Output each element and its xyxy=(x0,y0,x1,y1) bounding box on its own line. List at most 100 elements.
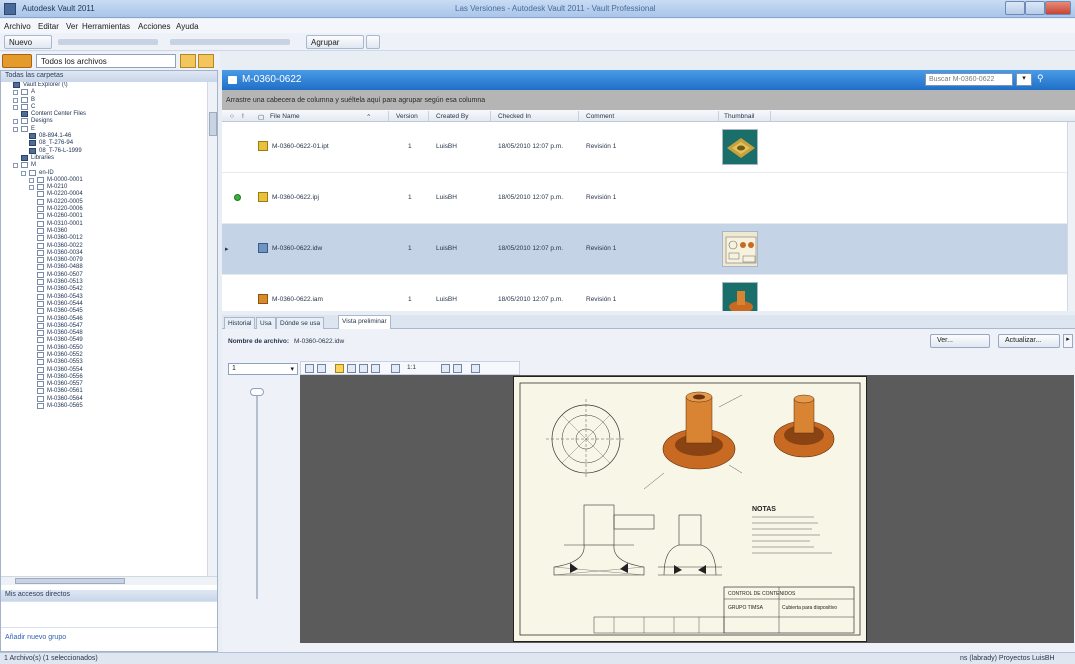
column-divider[interactable] xyxy=(428,111,429,121)
search-icon[interactable]: ⚲ xyxy=(1037,73,1047,86)
next-page-icon[interactable] xyxy=(453,364,462,373)
menu-ayuda[interactable]: Ayuda xyxy=(176,22,199,31)
tree-item[interactable]: C xyxy=(1,103,207,111)
tree-item[interactable]: M-0360-0545 xyxy=(1,308,207,315)
column-divider[interactable] xyxy=(718,111,719,121)
tree-item[interactable]: M-0360-0488 xyxy=(1,264,207,271)
tree-item[interactable]: 08_T-276-94 xyxy=(1,140,207,147)
expand-toggle-icon[interactable] xyxy=(13,97,18,103)
col-version[interactable]: Version xyxy=(396,113,418,120)
table-row[interactable]: M-0360-0622-01.ipt 1 LuisBH 18/05/2010 1… xyxy=(222,122,1075,173)
folder-options-icon[interactable] xyxy=(198,54,214,68)
tree-item[interactable]: M-0210 xyxy=(1,184,207,191)
expand-toggle-icon[interactable] xyxy=(29,177,34,183)
tree-item[interactable]: M-0360-0513 xyxy=(1,279,207,286)
tree-item[interactable]: M-0360-0543 xyxy=(1,293,207,301)
tree-item[interactable]: Libraries xyxy=(1,154,207,162)
fit-icon[interactable] xyxy=(391,364,400,373)
tree-item[interactable]: Designs xyxy=(1,118,207,125)
pan-icon[interactable] xyxy=(317,364,326,373)
print-icon[interactable] xyxy=(305,364,314,373)
tree-item[interactable]: M-0360-0552 xyxy=(1,351,207,359)
home-icon[interactable] xyxy=(2,54,32,68)
tree-item[interactable]: M-0360-0542 xyxy=(1,286,207,293)
toolbar-options-button[interactable] xyxy=(366,35,380,49)
tree-hscroll-thumb[interactable] xyxy=(15,578,125,584)
tab-vista-preliminar[interactable]: Vista preliminar xyxy=(338,315,391,329)
tree-item[interactable]: M-0360-0022 xyxy=(1,242,207,250)
tree-scroll-thumb[interactable] xyxy=(209,112,217,136)
zoom-level-value[interactable]: 1:1 xyxy=(407,364,416,371)
expand-toggle-icon[interactable] xyxy=(21,170,26,176)
expand-toggle-icon[interactable] xyxy=(13,119,18,125)
tab-donde-se-usa[interactable]: Dónde se usa xyxy=(276,317,325,329)
tree-item[interactable]: en-ID xyxy=(1,169,207,177)
expand-toggle-icon[interactable] xyxy=(29,185,34,191)
col-file-name[interactable]: File Name xyxy=(270,113,300,120)
folder-filter-select[interactable]: Todos los archivos xyxy=(36,54,176,68)
tree-item[interactable]: Vault Explorer (\) xyxy=(1,82,207,89)
add-group-link[interactable]: Añadir nuevo grupo xyxy=(1,627,217,651)
zoom-out-icon[interactable] xyxy=(359,364,368,373)
col-checked-in[interactable]: Checked In xyxy=(498,113,531,120)
grid-vertical-scrollbar[interactable] xyxy=(1067,122,1075,311)
zoom-window-icon[interactable] xyxy=(371,364,380,373)
tree-item[interactable]: M-0220-0004 xyxy=(1,191,207,198)
zoom-in-icon[interactable] xyxy=(347,364,356,373)
tree-item[interactable]: M-0360-0556 xyxy=(1,373,207,381)
tree-vertical-scrollbar[interactable] xyxy=(207,82,217,576)
expand-toggle-icon[interactable] xyxy=(13,163,18,169)
group-by-area[interactable]: Arrastre una cabecera de columna y suélt… xyxy=(222,90,1075,110)
tab-historial[interactable]: Historial xyxy=(224,317,256,329)
zoom-slider-handle[interactable] xyxy=(250,388,264,396)
tree-item[interactable]: M-0360-0544 xyxy=(1,300,207,308)
column-divider[interactable] xyxy=(578,111,579,121)
tree-item[interactable]: M-0360-0549 xyxy=(1,337,207,344)
tree-item[interactable]: M-0360-0079 xyxy=(1,257,207,264)
tree-item[interactable]: M-0360-0561 xyxy=(1,388,207,395)
tree-item[interactable]: M-0220-0005 xyxy=(1,198,207,206)
group-button[interactable]: Agrupar xyxy=(306,35,364,49)
tree-item[interactable]: M-0000-0001 xyxy=(1,176,207,184)
tree-item[interactable]: M xyxy=(1,162,207,169)
col-created-by[interactable]: Created By xyxy=(436,113,469,120)
new-folder-icon[interactable] xyxy=(180,54,196,68)
menu-archivo[interactable]: Archivo xyxy=(4,22,31,31)
properties-icon[interactable] xyxy=(471,364,480,373)
tree-item[interactable]: M-0360-0546 xyxy=(1,315,207,323)
table-row-selected[interactable]: ▸ M-0360-0622.idw 1 LuisBH 18/05/2010 12… xyxy=(222,224,1075,275)
col-thumbnail[interactable]: Thumbnail xyxy=(724,113,754,120)
tree-item[interactable]: M-0260-0001 xyxy=(1,213,207,220)
tree-item[interactable]: A xyxy=(1,89,207,96)
status-col-icon[interactable]: ○ xyxy=(230,113,234,120)
tree-item[interactable]: M-0360-0557 xyxy=(1,381,207,388)
tree-item[interactable]: M-0310-0001 xyxy=(1,220,207,228)
tree-item[interactable]: M-0220-0006 xyxy=(1,206,207,213)
tree-item[interactable]: 08-894.1-46 xyxy=(1,133,207,140)
previous-page-icon[interactable] xyxy=(441,364,450,373)
zoom-slider-track[interactable] xyxy=(256,389,258,599)
table-row[interactable]: M-0360-0622.iam 1 LuisBH 18/05/2010 12:0… xyxy=(222,275,1075,311)
tree-horizontal-scrollbar[interactable] xyxy=(1,576,217,585)
sheet-select[interactable]: 1 ▾ xyxy=(228,363,298,375)
tree-item[interactable]: M-0360 xyxy=(1,227,207,235)
search-input[interactable]: Buscar M-0360-0622 xyxy=(925,73,1013,86)
menu-acciones[interactable]: Acciones xyxy=(138,22,170,31)
tree-item[interactable]: M-0360-0507 xyxy=(1,271,207,279)
tree-item[interactable]: M-0360-0564 xyxy=(1,395,207,403)
file-col-icon[interactable]: ▢ xyxy=(258,113,264,121)
close-button[interactable] xyxy=(1045,1,1071,15)
expand-toggle-icon[interactable] xyxy=(13,126,18,132)
tree-item[interactable]: M-0360-0554 xyxy=(1,366,207,374)
menu-herramientas[interactable]: Herramientas xyxy=(82,22,130,31)
tree-item[interactable]: M-0360-0548 xyxy=(1,330,207,337)
menu-editar[interactable]: Editar xyxy=(38,22,59,31)
new-button[interactable]: Nuevo xyxy=(4,35,52,49)
update-button[interactable]: Actualizar... xyxy=(998,334,1060,348)
tab-usa[interactable]: Usa xyxy=(256,317,276,329)
table-row[interactable]: M-0360-0622.ipj 1 LuisBH 18/05/2010 12:0… xyxy=(222,173,1075,224)
column-divider[interactable] xyxy=(770,111,771,121)
more-options-button[interactable]: ▸ xyxy=(1063,334,1073,348)
attachment-col-icon[interactable]: ! xyxy=(242,113,244,120)
view-button[interactable]: Ver... xyxy=(930,334,990,348)
